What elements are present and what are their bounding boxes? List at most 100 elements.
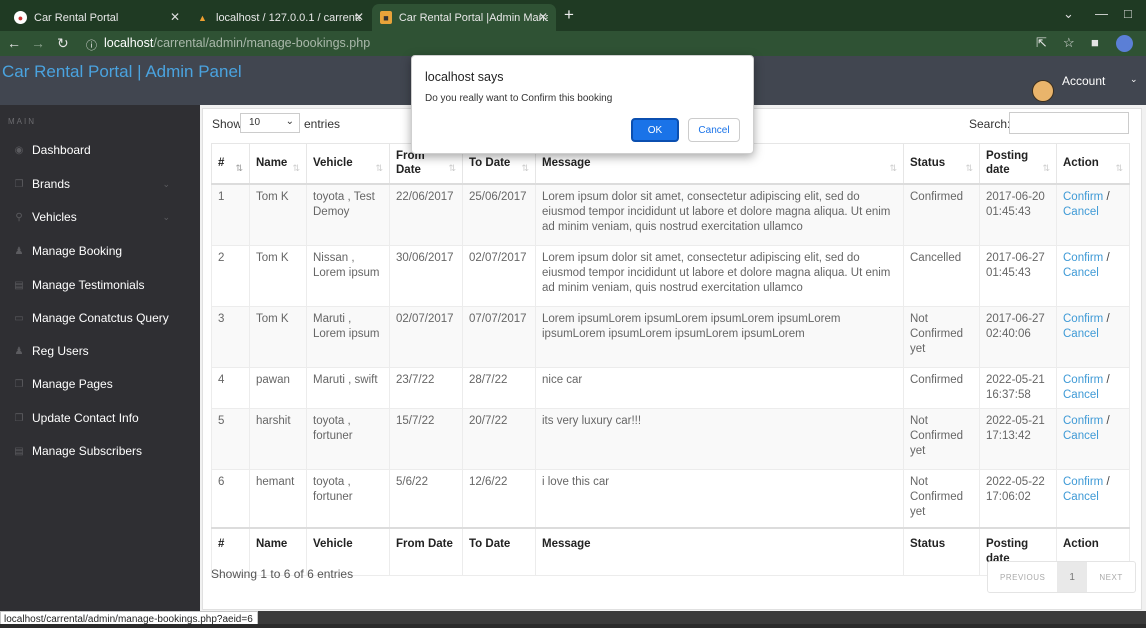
reload-icon[interactable]: ↻	[57, 35, 69, 52]
cell-from-date: 23/7/22	[389, 367, 463, 409]
dialog-title: localhost says	[425, 70, 504, 84]
account-avatar[interactable]	[1032, 80, 1054, 102]
entries-value: 10	[249, 117, 261, 128]
url-field[interactable]: localhost/carrental/admin/manage-booking…	[104, 36, 370, 50]
cancel-link[interactable]: Cancel	[1063, 328, 1099, 340]
cancel-link[interactable]: Cancel	[1063, 267, 1099, 279]
files-icon: ❐	[14, 412, 24, 424]
table-row: 4 pawan Maruti , swift 23/7/22 28/7/22 nice c…	[211, 367, 1130, 409]
share-icon[interactable]: ⇱	[1036, 35, 1047, 51]
sort-icon: ⇅	[1042, 162, 1050, 173]
cancel-link[interactable]: Cancel	[1063, 491, 1099, 503]
sidebar-item[interactable]: ▭ Manage Conatctus Query	[0, 303, 200, 333]
cancel-link[interactable]: Cancel	[1063, 430, 1099, 442]
cell-num: 2	[211, 245, 250, 307]
cell-message: Lorem ipsumLorem ipsumLorem ipsumLorem i…	[535, 306, 904, 368]
ok-button[interactable]: OK	[631, 118, 679, 142]
account-menu[interactable]: Account	[1062, 74, 1105, 88]
new-tab-icon[interactable]: +	[564, 5, 574, 25]
sidepanel-icon[interactable]: ■	[1091, 35, 1099, 50]
cancel-button[interactable]: Cancel	[688, 118, 740, 142]
cell-vehicle[interactable]: toyota , fortuner	[306, 469, 390, 528]
cell-vehicle[interactable]: Maruti , swift	[306, 367, 390, 409]
sort-icon: ⇅	[1115, 162, 1123, 173]
cell-message: its very luxury car!!!	[535, 408, 904, 470]
chevron-down-icon: ⌄	[285, 116, 294, 127]
sidebar-item[interactable]: ❐ Manage Pages	[0, 369, 200, 399]
browser-tab-active[interactable]: ■ Car Rental Portal |Admin Manage ✕	[372, 4, 556, 31]
sidebar-item-label: Manage Conatctus Query	[32, 311, 169, 325]
dashboard-icon: ◉	[14, 144, 24, 156]
profile-avatar[interactable]	[1116, 35, 1133, 52]
sidebar-item[interactable]: ▤ Manage Testimonials	[0, 270, 200, 300]
info-icon[interactable]: ⓘ	[86, 37, 97, 53]
close-tab-icon[interactable]: ✕	[354, 10, 364, 24]
cell-vehicle[interactable]: toyota , fortuner	[306, 408, 390, 470]
sidebar-item-label: Dashboard	[32, 143, 91, 157]
column-header-posting-date[interactable]: Posting date ⇅	[979, 143, 1057, 185]
chevron-down-icon: ⌄	[162, 211, 170, 222]
cell-message: nice car	[535, 367, 904, 409]
column-header-status[interactable]: Status ⇅	[903, 143, 980, 185]
cell-from-date: 30/06/2017	[389, 245, 463, 307]
sidebar-item[interactable]: ❐ Update Contact Info	[0, 403, 200, 433]
confirm-link[interactable]: Confirm	[1063, 313, 1103, 325]
sidebar-item[interactable]: ▤ Manage Subscribers	[0, 436, 200, 466]
cell-name: pawan	[249, 367, 307, 409]
column-header-num[interactable]: # ⇅	[211, 143, 250, 185]
browser-tab[interactable]: ▲ localhost / 127.0.0.1 / carrental / ✕	[188, 4, 372, 31]
column-header-name[interactable]: Name ⇅	[249, 143, 307, 185]
next-button[interactable]: NEXT	[1087, 562, 1134, 592]
cell-posting-date: 2017-06-20 01:45:43	[979, 183, 1057, 246]
cell-num: 6	[211, 469, 250, 528]
cell-from-date: 15/7/22	[389, 408, 463, 470]
previous-button[interactable]: PREVIOUS	[988, 562, 1057, 592]
close-tab-icon[interactable]: ✕	[170, 10, 180, 24]
cell-to-date: 20/7/22	[462, 408, 536, 470]
page-1-button[interactable]: 1	[1057, 562, 1088, 592]
table-row: 2 Tom K Nissan , Lorem ipsum 30/06/2017 02/0…	[211, 245, 1130, 307]
cell-vehicle[interactable]: toyota , Test Demoy	[306, 183, 390, 246]
cell-name: hemant	[249, 469, 307, 528]
cell-to-date: 12/6/22	[462, 469, 536, 528]
forward-icon[interactable]: →	[31, 35, 45, 51]
confirm-link[interactable]: Confirm	[1063, 476, 1103, 488]
sidebar-item[interactable]: ◉ Dashboard	[0, 135, 200, 165]
sidebar-item[interactable]: ♟ Manage Booking	[0, 236, 200, 266]
users-icon: ♟	[14, 245, 24, 257]
cell-posting-date: 2022-05-21 16:37:58	[979, 367, 1057, 409]
brand-title[interactable]: Car Rental Portal | Admin Panel	[2, 62, 242, 82]
confirm-link[interactable]: Confirm	[1063, 191, 1103, 203]
confirm-link[interactable]: Confirm	[1063, 252, 1103, 264]
cancel-link[interactable]: Cancel	[1063, 206, 1099, 218]
confirm-link[interactable]: Confirm	[1063, 374, 1103, 386]
sidebar-item-label: Reg Users	[32, 344, 89, 358]
cell-name: Tom K	[249, 245, 307, 307]
browser-tab[interactable]: ● Car Rental Portal ✕	[6, 4, 188, 31]
sidebar-item[interactable]: ♟ Reg Users	[0, 336, 200, 366]
column-header-vehicle[interactable]: Vehicle ⇅	[306, 143, 390, 185]
chevron-down-icon[interactable]: ⌄	[1130, 74, 1138, 85]
cancel-link[interactable]: Cancel	[1063, 389, 1099, 401]
pagination: PREVIOUS 1 NEXT	[987, 561, 1136, 593]
cell-vehicle[interactable]: Nissan , Lorem ipsum	[306, 245, 390, 307]
cell-posting-date: 2017-06-27 02:40:06	[979, 306, 1057, 368]
tab-search-icon[interactable]: ⌄	[1063, 6, 1074, 22]
close-tab-icon[interactable]: ✕	[538, 10, 548, 24]
sidebar-item[interactable]: ❐ Brands ⌄	[0, 169, 200, 199]
footer-cell: Status	[903, 526, 980, 576]
cell-vehicle[interactable]: Maruti , Lorem ipsum	[306, 306, 390, 368]
back-icon[interactable]: ←	[7, 35, 21, 51]
cell-status: Not Confirmed yet	[903, 306, 980, 368]
column-header-action[interactable]: Action ⇅	[1056, 143, 1130, 185]
sidebar-item[interactable]: ⚲ Vehicles ⌄	[0, 202, 200, 232]
search-input[interactable]	[1009, 112, 1129, 134]
bookings-table: # ⇅ Name ⇅ Vehicle ⇅ From Date ⇅ To Date ⇅ Me…	[211, 143, 1130, 576]
bookmark-star-icon[interactable]: ☆	[1063, 35, 1075, 51]
cell-action: Confirm / Cancel	[1056, 183, 1130, 246]
maximize-icon[interactable]: □	[1124, 6, 1132, 21]
files-icon: ❐	[14, 378, 24, 390]
minimize-icon[interactable]: —	[1095, 6, 1108, 21]
confirm-link[interactable]: Confirm	[1063, 415, 1103, 427]
entries-select[interactable]: 10 ⌄	[240, 113, 300, 133]
